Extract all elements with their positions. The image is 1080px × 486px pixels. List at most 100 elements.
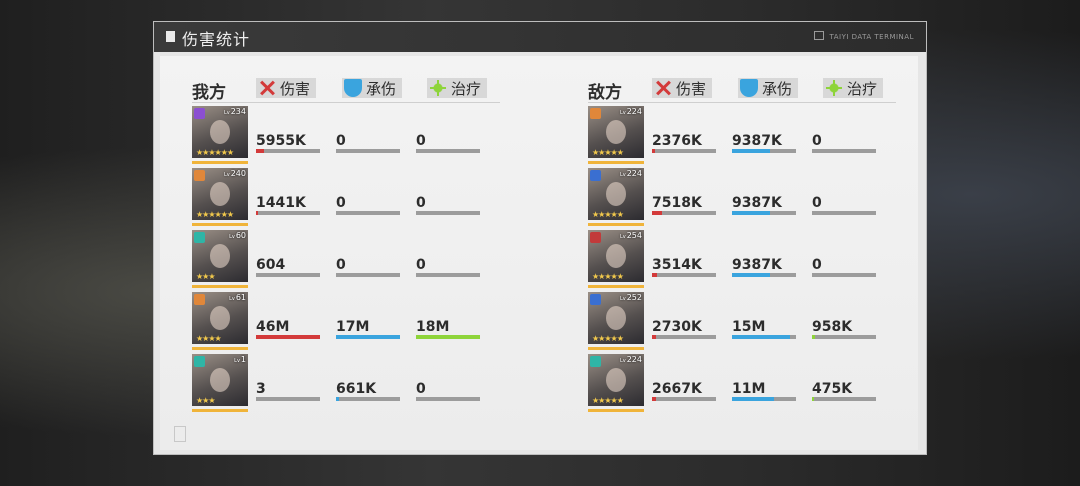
- column-header-heal: 治疗: [427, 78, 488, 98]
- team-name: 敌方: [588, 83, 622, 103]
- stat-bar-heal: [416, 149, 480, 153]
- stat-heal: 0: [812, 196, 876, 215]
- stat-heal: 0: [812, 134, 876, 153]
- character-portrait[interactable]: Lv252 ★★★★★: [588, 292, 644, 350]
- stat-damage: 2667K: [652, 382, 716, 401]
- stat-bar-damage: [256, 397, 320, 401]
- stat-bar-tank: [732, 273, 796, 277]
- character-portrait[interactable]: Lv234 ★★★★★★: [192, 106, 248, 164]
- stat-bar-fill-tank: [336, 397, 339, 401]
- level-badge: Lv234: [223, 107, 246, 116]
- level-badge: Lv240: [223, 169, 246, 178]
- stat-bar-fill-tank: [732, 335, 790, 339]
- team-allies: 我方 伤害 承伤 治疗 Lv234 ★★★★★★ 5955K 0 0 Lv240 ★★★★★★ 144…: [192, 76, 500, 412]
- class-icon: [590, 356, 601, 367]
- terminal-label: TAIYI DATA TERMINAL: [814, 31, 914, 41]
- stat-bar-fill-heal: [416, 335, 480, 339]
- stat-bar-tank: [336, 397, 400, 401]
- stat-value-heal: 0: [416, 257, 426, 273]
- stat-value-tank: 17M: [336, 319, 370, 335]
- stat-bar-damage: [256, 211, 320, 215]
- stats-row: Lv224 ★★★★★ 7518K 9387K 0: [588, 168, 896, 228]
- stat-bar-damage: [256, 335, 320, 339]
- stat-value-heal: 0: [416, 195, 426, 211]
- stat-bar-fill-damage: [652, 397, 656, 401]
- stat-bar-heal: [416, 211, 480, 215]
- stat-value-tank: 9387K: [732, 257, 782, 273]
- class-icon: [194, 232, 205, 243]
- stat-bar-heal: [416, 335, 480, 339]
- team-name: 我方: [192, 83, 226, 103]
- stat-bar-fill-tank: [732, 149, 771, 153]
- stat-bar-tank: [336, 273, 400, 277]
- star-rating: ★★★★★: [592, 334, 624, 343]
- stat-value-tank: 15M: [732, 319, 766, 335]
- stat-value-damage: 1441K: [256, 195, 306, 211]
- stat-bar-fill-damage: [652, 211, 663, 215]
- character-portrait[interactable]: Lv61 ★★★★: [192, 292, 248, 350]
- stat-bar-tank: [732, 211, 796, 215]
- column-label-heal: 治疗: [847, 79, 878, 98]
- stat-value-tank: 0: [336, 133, 346, 149]
- character-portrait[interactable]: Lv224 ★★★★★: [588, 354, 644, 412]
- stat-damage: 2730K: [652, 320, 716, 339]
- stat-bar-fill-heal: [812, 335, 816, 339]
- stat-bar-heal: [812, 397, 876, 401]
- stat-value-tank: 9387K: [732, 195, 782, 211]
- stat-value-damage: 3: [256, 381, 266, 397]
- shield-icon: [344, 79, 362, 97]
- stat-bar-damage: [652, 397, 716, 401]
- stat-value-tank: 0: [336, 257, 346, 273]
- level-value: 254: [626, 231, 642, 240]
- stat-bar-fill-damage: [652, 273, 658, 277]
- stat-bar-heal: [812, 335, 876, 339]
- star-rating: ★★★★: [196, 334, 222, 343]
- level-badge: Lv254: [619, 231, 642, 240]
- stat-heal: 0: [812, 258, 876, 277]
- damage-icon: [258, 79, 276, 97]
- stat-bar-fill-damage: [256, 335, 320, 339]
- star-rating: ★★★★★★: [196, 210, 234, 219]
- stat-bar-tank: [336, 211, 400, 215]
- stat-value-tank: 9387K: [732, 133, 782, 149]
- stat-bar-heal: [812, 149, 876, 153]
- character-portrait[interactable]: Lv60 ★★★: [192, 230, 248, 288]
- class-icon: [194, 356, 205, 367]
- stat-bar-fill-tank: [336, 335, 400, 339]
- stat-damage: 7518K: [652, 196, 716, 215]
- stat-bar-tank: [732, 149, 796, 153]
- stat-bar-fill-damage: [652, 335, 656, 339]
- stat-value-damage: 46M: [256, 319, 290, 335]
- level-badge: Lv1: [234, 355, 246, 364]
- stat-bar-tank: [336, 335, 400, 339]
- character-portrait[interactable]: Lv224 ★★★★★: [588, 168, 644, 226]
- level-badge: Lv60: [229, 231, 246, 240]
- stat-tank: 9387K: [732, 196, 796, 215]
- damage-icon: [654, 79, 672, 97]
- character-portrait[interactable]: Lv254 ★★★★★: [588, 230, 644, 288]
- stat-heal: 958K: [812, 320, 876, 339]
- stat-bar-heal: [812, 211, 876, 215]
- character-portrait[interactable]: Lv1 ★★★: [192, 354, 248, 412]
- stat-value-damage: 7518K: [652, 195, 702, 211]
- character-portrait[interactable]: Lv224 ★★★★★: [588, 106, 644, 164]
- level-value: 224: [626, 355, 642, 364]
- stat-bar-heal: [416, 273, 480, 277]
- stat-value-damage: 604: [256, 257, 286, 273]
- stat-value-damage: 2730K: [652, 319, 702, 335]
- stats-content: 我方 伤害 承伤 治疗 Lv234 ★★★★★★ 5955K 0 0 Lv240 ★★★★★★ 144…: [160, 56, 918, 450]
- stat-value-heal: 0: [812, 195, 822, 211]
- star-rating: ★★★★★: [592, 210, 624, 219]
- stat-damage: 46M: [256, 320, 320, 339]
- heal-icon: [825, 79, 843, 97]
- stats-row: Lv240 ★★★★★★ 1441K 0 0: [192, 168, 500, 228]
- class-icon: [194, 108, 205, 119]
- stat-bar-fill-damage: [256, 149, 264, 153]
- stat-bar-fill-tank: [732, 211, 771, 215]
- character-portrait[interactable]: Lv240 ★★★★★★: [192, 168, 248, 226]
- column-label-tank: 承伤: [366, 79, 397, 98]
- stat-tank: 17M: [336, 320, 400, 339]
- stat-damage: 2376K: [652, 134, 716, 153]
- stat-value-tank: 0: [336, 195, 346, 211]
- level-value: 60: [235, 231, 246, 240]
